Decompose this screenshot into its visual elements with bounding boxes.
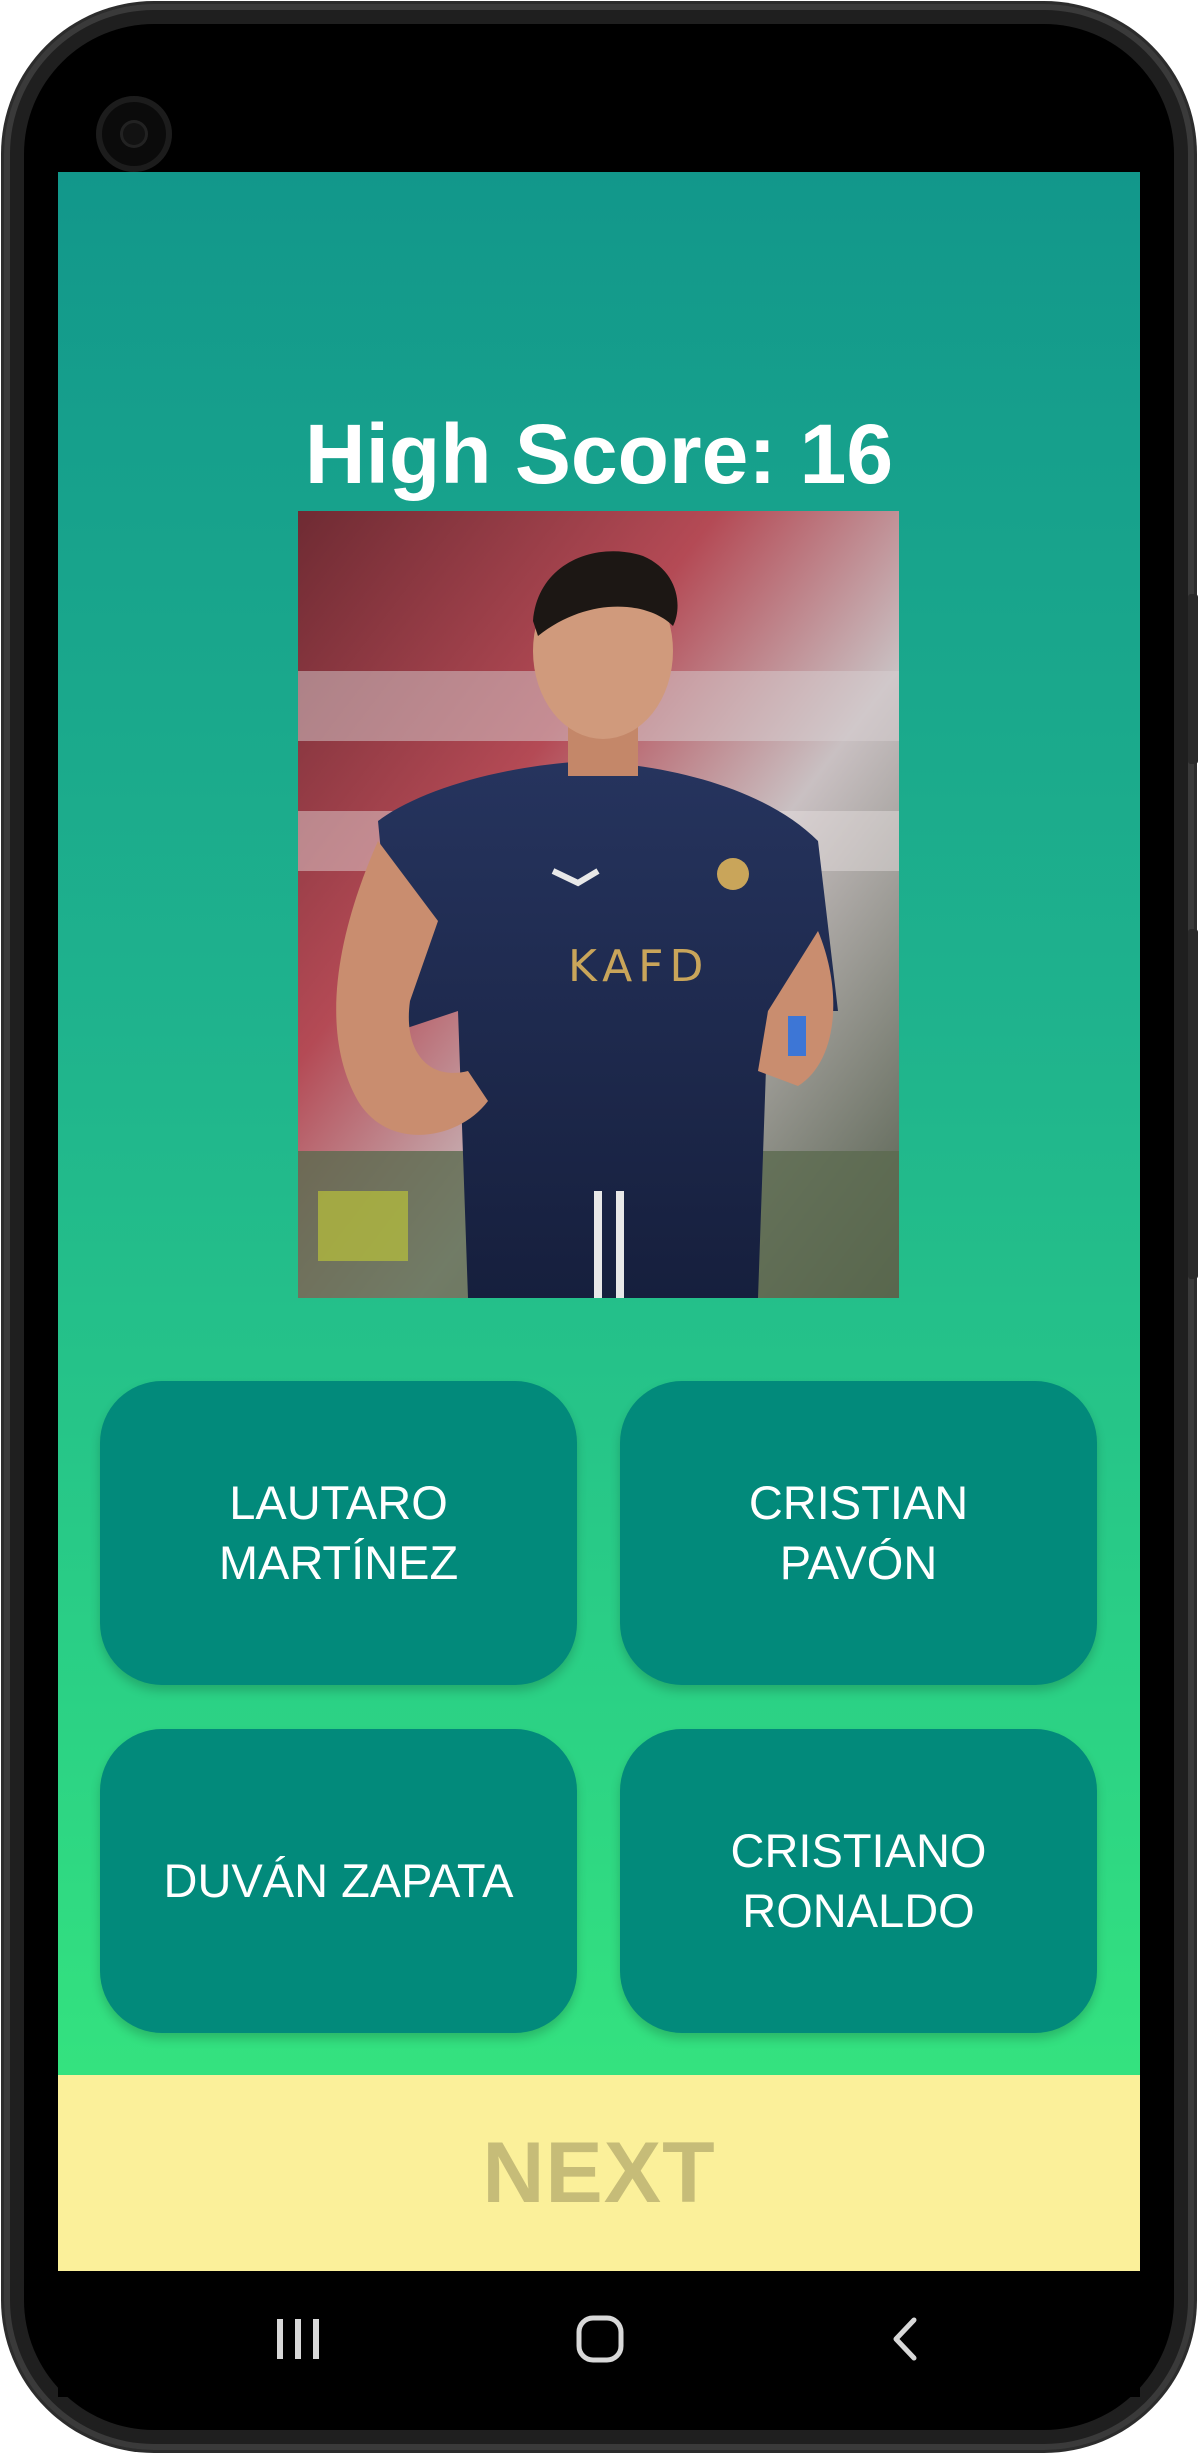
next-button[interactable]: NEXT (58, 2075, 1140, 2271)
answer-button-2[interactable]: CRISTIAN PAVÓN (620, 1381, 1097, 1685)
volume-button (1188, 594, 1198, 764)
answer-button-1[interactable]: LAUTARO MARTÍNEZ (100, 1381, 577, 1685)
recent-apps-icon[interactable] (268, 2309, 328, 2369)
power-button (1188, 929, 1198, 1279)
navigation-bar (58, 2271, 1140, 2397)
game-screen: High Score: 16 Score: 0 (58, 172, 1140, 2075)
high-score-label: High Score: 16 (304, 407, 894, 501)
home-icon[interactable] (570, 2309, 630, 2369)
answer-button-4[interactable]: CRISTIANO RONALDO (620, 1729, 1097, 2033)
next-button-label: NEXT (482, 2124, 716, 2221)
front-camera-icon (96, 96, 172, 172)
back-icon[interactable] (876, 2309, 936, 2369)
jersey-text: KAFD (568, 941, 709, 992)
answer-button-3[interactable]: DUVÁN ZAPATA (100, 1729, 577, 2033)
player-photo: KAFD (298, 511, 899, 1298)
